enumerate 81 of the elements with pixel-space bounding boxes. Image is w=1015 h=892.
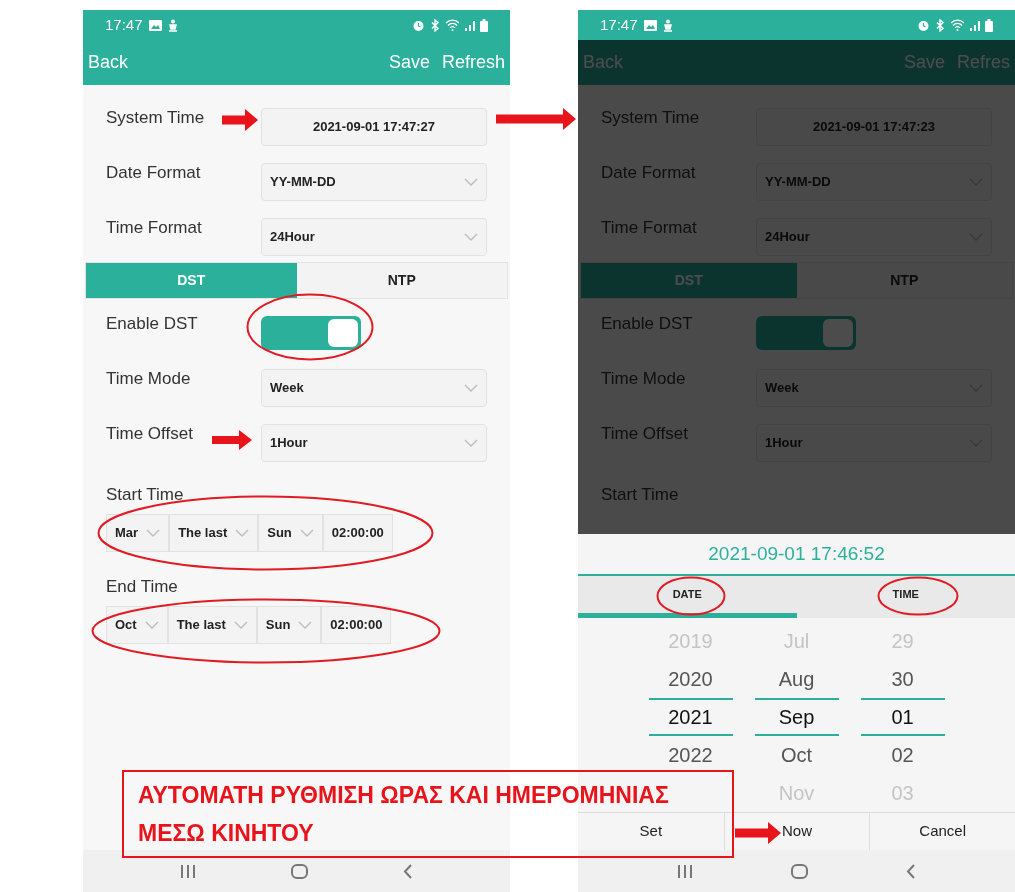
field-label: Time Format [601,217,697,239]
wifi-icon [445,19,460,31]
arrow-icon [222,109,258,131]
chevron-down-icon [235,529,250,537]
recent-apps-icon[interactable] [677,863,693,879]
dialog-button[interactable]: Set [578,813,724,850]
chevron-down-icon [233,621,248,629]
arrow-icon [212,430,252,450]
alarm-icon [412,18,425,32]
alarm-icon [917,18,930,32]
arrow-icon [496,108,576,130]
wheel-item[interactable]: 30 [860,660,945,699]
status-time: 17:47 [600,14,638,35]
wheel-item[interactable]: Oct [754,736,839,775]
wheel-item[interactable]: Sep [754,698,839,737]
dropdown-field[interactable]: 24Hour [261,217,487,256]
section-label: Start Time [106,484,185,506]
field-label: Enable DST [601,313,694,335]
field-label: Time Mode [106,368,191,390]
field-label: Time Offset [601,423,688,445]
chevron-down-icon [144,621,159,629]
dropdown-field[interactable]: Sun [258,514,323,552]
chevron-down-icon [299,529,314,537]
image-icon [148,19,162,31]
toggle-switch[interactable] [261,315,361,350]
dropdown-field[interactable]: YY-MM-DD [261,162,487,201]
field-label: Time Offset [106,423,193,445]
status-time: 17:47 [105,14,143,35]
figure-icon [167,18,178,32]
dropdown-field[interactable]: Mar [106,514,170,552]
tab[interactable]: DATE [578,575,797,619]
field-label: Date Format [601,162,696,184]
field-label: Date Format [106,162,201,184]
chevron-down-icon [298,621,313,629]
wheel-item[interactable]: 01 [860,698,945,737]
figure-icon [662,18,673,32]
home-icon[interactable] [291,863,308,879]
wheel-item[interactable]: 2022 [648,736,733,775]
annotation-line: ΑΥΤΟΜΑΤΗ ΡΥΘΜΙΣΗ ΩΡΑΣ ΚΑΙ ΗΜΕΡΟΜΗΝΙΑΣ [138,781,669,809]
annotation-line: ΜΕΣΩ ΚΙΝΗΤΟΥ [138,819,314,847]
dialog-title: 2021-09-01 17:46:52 [707,541,886,566]
field-label: Time Mode [601,368,686,390]
dropdown-field[interactable]: Week [261,368,487,407]
wheel-item[interactable]: 02 [860,736,945,775]
recent-apps-icon[interactable] [180,863,197,879]
highlight-ellipse [656,576,726,616]
field-label: System Time [106,107,205,129]
back-icon[interactable] [906,863,916,879]
dropdown-field[interactable]: 1Hour [261,423,487,462]
bluetooth-icon [935,18,945,32]
dropdown-field[interactable]: Sun [256,606,322,644]
dropdown-field[interactable]: The last [169,514,259,552]
field-label: System Time [601,107,700,129]
home-icon[interactable] [791,863,808,879]
signal-icon [970,19,980,31]
chevron-down-icon [464,232,478,241]
dropdown-field[interactable]: Oct [106,606,168,644]
tab[interactable]: NTP [296,263,507,298]
back-icon[interactable] [402,863,413,879]
battery-icon [480,18,488,32]
bluetooth-icon [430,18,440,32]
chevron-down-icon [464,177,478,186]
chevron-down-icon [464,383,478,392]
time-field[interactable]: 02:00:00 [321,606,392,644]
time-field[interactable]: 02:00:00 [322,514,393,552]
section-label: Start Time [601,484,680,506]
chevron-down-icon [464,438,478,447]
field-label: Enable DST [106,313,199,335]
image-icon [643,19,657,31]
section-label: End Time [106,576,179,598]
dropdown-field[interactable]: The last [167,606,257,644]
wifi-icon [950,19,965,31]
chevron-down-icon [146,529,161,537]
tab[interactable]: TIME [796,575,1015,619]
time-field[interactable]: 2021-09-01 17:47:27 [261,107,487,146]
field-label: Time Format [106,217,202,239]
wheel-item[interactable]: Aug [754,660,839,699]
signal-icon [465,19,475,31]
battery-icon [985,18,993,32]
wheel-item[interactable]: 2020 [648,660,733,699]
wheel-item[interactable]: 2021 [648,698,733,737]
